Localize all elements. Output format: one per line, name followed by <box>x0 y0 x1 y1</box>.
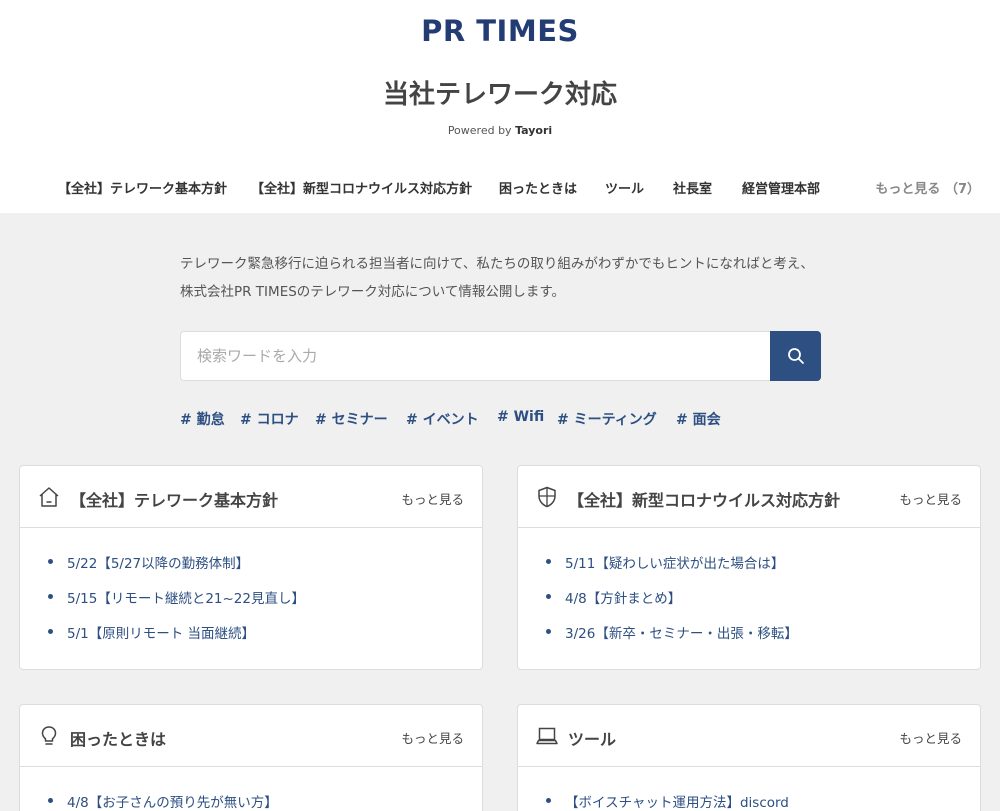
article-list: 5/11【疑わしい症状が出た場合は】 4/8【方針まとめ】 3/26【新卒・セミ… <box>546 552 798 657</box>
site-title: 当社テレワーク対応 <box>382 80 617 110</box>
nav-item-telework-policy[interactable]: 【全社】テレワーク基本方針 <box>58 178 227 197</box>
card-header: 困ったときは もっと見る <box>20 705 482 767</box>
pr-times-logo[interactable]: PR TIMES <box>0 14 1000 48</box>
tag-wifi[interactable]: # Wifi <box>497 409 544 425</box>
card-title[interactable]: 【全社】テレワーク基本方針 <box>70 487 278 511</box>
powered-by-prefix: Powered by <box>447 124 516 137</box>
article-link[interactable]: 5/11【疑わしい症状が出た場合は】 <box>546 552 798 587</box>
tag-visitor[interactable]: # 面会 <box>676 409 721 429</box>
search-input[interactable] <box>180 331 771 381</box>
category-nav: 【全社】テレワーク基本方針 【全社】新型コロナウイルス対応方針 困ったときは ツ… <box>0 178 1000 198</box>
tag-seminar[interactable]: # セミナー <box>315 409 388 429</box>
article-list: 【ボイスチャット運用方法】discord <box>546 791 789 811</box>
card-header: ツール もっと見る <box>518 705 980 767</box>
article-link[interactable]: 3/26【新卒・セミナー・出張・移転】 <box>546 622 798 657</box>
tag-kintai[interactable]: # 勤怠 <box>180 409 225 429</box>
nav-more-link[interactable]: もっと見る （7） <box>875 178 980 197</box>
home-icon <box>39 487 59 507</box>
article-link[interactable]: 【ボイスチャット運用方法】discord <box>546 791 789 811</box>
category-card-telework-policy: 【全社】テレワーク基本方針 もっと見る 5/22【5/27以降の勤務体制】 5/… <box>19 465 483 670</box>
nav-item-management[interactable]: 経営管理本部 <box>742 178 820 197</box>
card-more-link[interactable]: もっと見る <box>899 489 962 508</box>
card-more-link[interactable]: もっと見る <box>401 728 464 747</box>
shield-icon <box>538 486 556 508</box>
tag-list: # 勤怠 # コロナ # セミナー # イベント # Wifi # ミーティング… <box>180 409 820 429</box>
card-title[interactable]: 困ったときは <box>70 726 166 750</box>
nav-item-corona-policy[interactable]: 【全社】新型コロナウイルス対応方針 <box>251 178 472 197</box>
powered-by: Powered by Tayori <box>0 124 1000 137</box>
article-link[interactable]: 5/1【原則リモート 当面継続】 <box>48 622 305 657</box>
card-more-link[interactable]: もっと見る <box>401 489 464 508</box>
card-more-link[interactable]: もっと見る <box>899 728 962 747</box>
article-list: 5/22【5/27以降の勤務体制】 5/15【リモート継続と21~22見直し】 … <box>48 552 305 657</box>
card-title[interactable]: 【全社】新型コロナウイルス対応方針 <box>568 487 840 511</box>
site-header: PR TIMES 当社テレワーク対応 Powered by Tayori 【全社… <box>0 0 1000 213</box>
category-card-corona-policy: 【全社】新型コロナウイルス対応方針 もっと見る 5/11【疑わしい症状が出た場合… <box>517 465 981 670</box>
lightbulb-icon <box>41 726 57 745</box>
card-header: 【全社】テレワーク基本方針 もっと見る <box>20 466 482 528</box>
tag-event[interactable]: # イベント <box>406 409 479 429</box>
article-list: 4/8【お子さんの預り先が無い方】 <box>48 791 278 811</box>
nav-item-troubleshooting[interactable]: 困ったときは <box>499 178 577 197</box>
tag-corona[interactable]: # コロナ <box>240 409 299 429</box>
search-bar <box>180 331 821 381</box>
nav-item-tools[interactable]: ツール <box>605 178 644 197</box>
nav-item-president-office[interactable]: 社長室 <box>673 178 712 197</box>
tag-meeting[interactable]: # ミーティング <box>557 409 657 429</box>
search-button[interactable] <box>770 331 821 381</box>
category-card-tools: ツール もっと見る 【ボイスチャット運用方法】discord <box>517 704 981 811</box>
search-icon <box>787 348 804 364</box>
category-card-troubleshooting: 困ったときは もっと見る 4/8【お子さんの預り先が無い方】 <box>19 704 483 811</box>
article-link[interactable]: 4/8【方針まとめ】 <box>546 587 798 622</box>
powered-by-brand[interactable]: Tayori <box>515 124 552 137</box>
intro-text: テレワーク緊急移行に迫られる担当者に向けて、私たちの取り組みがわずかでもヒントに… <box>180 256 814 300</box>
article-link[interactable]: 5/15【リモート継続と21~22見直し】 <box>48 587 305 622</box>
laptop-icon <box>536 727 558 745</box>
card-header: 【全社】新型コロナウイルス対応方針 もっと見る <box>518 466 980 528</box>
article-link[interactable]: 5/22【5/27以降の勤務体制】 <box>48 552 305 587</box>
card-title[interactable]: ツール <box>568 726 616 750</box>
article-link[interactable]: 4/8【お子さんの預り先が無い方】 <box>48 791 278 811</box>
